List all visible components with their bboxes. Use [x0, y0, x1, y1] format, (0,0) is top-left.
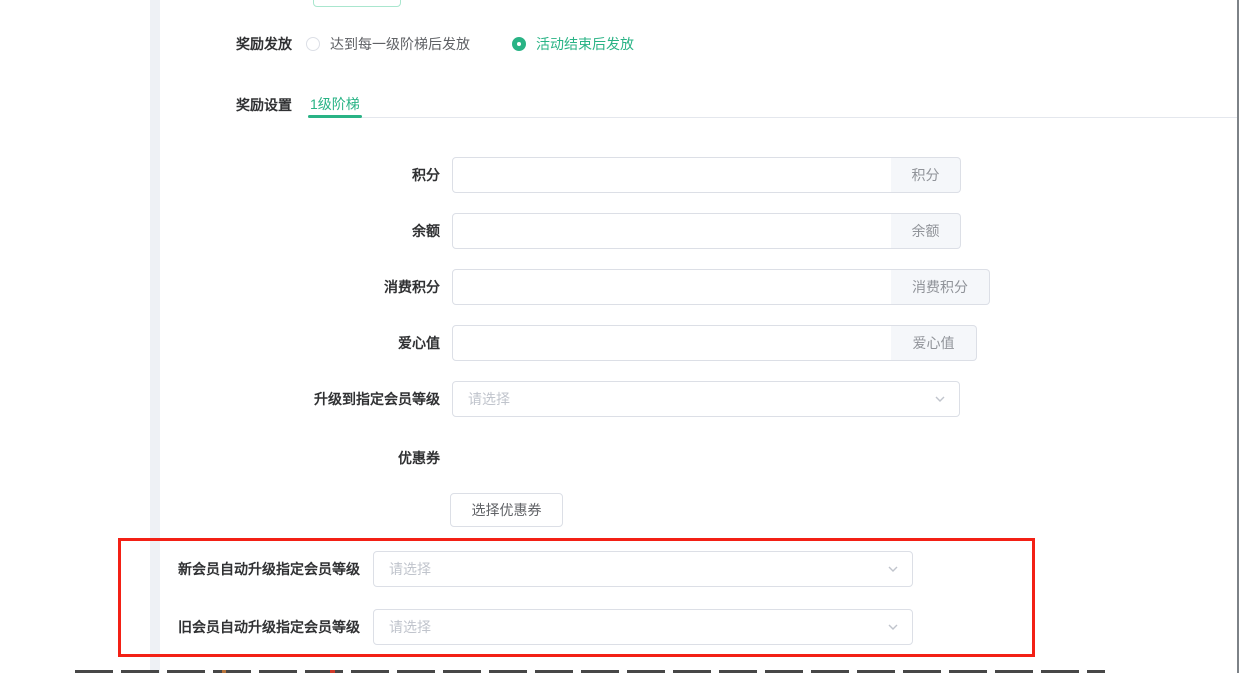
consume-points-suffix: 消费积分 — [891, 269, 990, 305]
new-member-upgrade-label: 新会员自动升级指定会员等级 — [0, 559, 360, 579]
love-value-label: 爱心值 — [0, 333, 440, 353]
reward-settings-label: 奖励设置 — [0, 95, 292, 115]
old-member-upgrade-label: 旧会员自动升级指定会员等级 — [0, 617, 360, 637]
radio-option-per-tier[interactable]: 达到每一级阶梯后发放 — [306, 34, 470, 54]
radio-option-after-activity[interactable]: 活动结束后发放 — [512, 34, 634, 54]
old-member-upgrade-select[interactable]: 请选择 — [373, 609, 913, 645]
upgrade-level-label: 升级到指定会员等级 — [0, 389, 440, 409]
radio-option-label: 达到每一级阶梯后发放 — [330, 34, 470, 54]
points-suffix: 积分 — [891, 157, 961, 193]
coupon-label: 优惠券 — [0, 448, 440, 468]
radio-option-label: 活动结束后发放 — [536, 34, 634, 54]
chevron-down-icon — [886, 562, 900, 576]
select-placeholder: 请选择 — [453, 389, 933, 409]
love-value-suffix: 爱心值 — [891, 325, 977, 361]
partial-top-button[interactable] — [313, 0, 401, 7]
select-placeholder: 请选择 — [374, 559, 886, 579]
consume-points-input[interactable] — [452, 269, 892, 305]
radio-selected-icon — [512, 37, 526, 51]
active-tab-underline — [308, 115, 362, 118]
select-placeholder: 请选择 — [374, 617, 886, 637]
points-label: 积分 — [0, 165, 440, 185]
choose-coupon-button[interactable]: 选择优惠券 — [450, 493, 563, 527]
consume-points-label: 消费积分 — [0, 277, 440, 297]
love-value-input[interactable] — [452, 325, 892, 361]
radio-unselected-icon — [306, 37, 320, 51]
chevron-down-icon — [933, 392, 947, 406]
chevron-down-icon — [886, 620, 900, 634]
tab-tier-1[interactable]: 1级阶梯 — [310, 94, 360, 114]
upgrade-level-select[interactable]: 请选择 — [452, 381, 960, 417]
balance-input[interactable] — [452, 213, 892, 249]
member-upgrade-activity-form: 奖励发放 达到每一级阶梯后发放 活动结束后发放 奖励设置 1级阶梯 积分 积分 … — [0, 0, 1239, 673]
tab-bar-divider — [308, 117, 1237, 118]
points-input[interactable] — [452, 157, 892, 193]
reward-issue-label: 奖励发放 — [0, 34, 292, 54]
balance-suffix: 余额 — [891, 213, 961, 249]
balance-label: 余额 — [0, 221, 440, 241]
new-member-upgrade-select[interactable]: 请选择 — [373, 551, 913, 587]
